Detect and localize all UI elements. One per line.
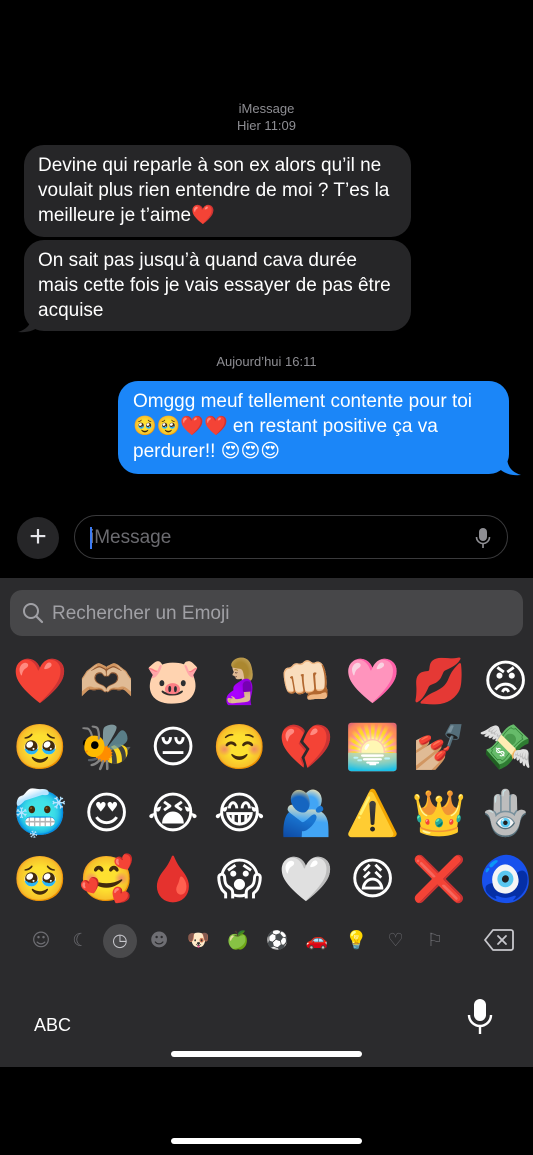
- incoming-message-bubble[interactable]: Devine qui reparle à son ex alors qu’il …: [24, 145, 411, 237]
- emoji-key[interactable]: 💔: [276, 720, 336, 776]
- emoji-key[interactable]: 🤰🏼: [210, 654, 270, 710]
- category-objects-icon[interactable]: 💡: [339, 924, 373, 958]
- abc-keyboard-switch[interactable]: ABC: [34, 1015, 71, 1036]
- emoji-key[interactable]: 👑: [409, 786, 469, 842]
- emoji-key[interactable]: ☺️: [210, 720, 270, 776]
- emoji-key[interactable]: 🫂: [276, 786, 336, 842]
- category-memoji-icon[interactable]: ☺: [24, 924, 58, 958]
- timestamp-yesterday: Hier 11:09: [236, 118, 296, 133]
- emoji-keyboard: Rechercher un Emoji ❤️ 🫶🏼 🐷 🤰🏼 👊🏻 🩷 💋 😡 🥹 🐝 😔 ☺️ 💔 🌅 💅…: [0, 578, 533, 1067]
- category-symbols-icon[interactable]: ♡: [379, 924, 413, 958]
- emoji-key[interactable]: 👊🏻: [276, 654, 336, 710]
- emoji-key[interactable]: 😡: [476, 654, 533, 710]
- incoming-message-bubble[interactable]: On sait pas jusqu’à quand cava durée mai…: [24, 240, 411, 331]
- emoji-key[interactable]: ⚠️: [343, 786, 403, 842]
- message-input[interactable]: iMessage: [74, 515, 508, 559]
- emoji-key[interactable]: 😔: [143, 720, 203, 776]
- outgoing-message-bubble[interactable]: Omggg meuf tellement contente pour toi 🥹…: [118, 381, 509, 474]
- service-label: iMessage: [238, 101, 295, 116]
- emoji-key[interactable]: 😍: [77, 786, 137, 842]
- emoji-key[interactable]: 🐷: [143, 654, 203, 710]
- emoji-key[interactable]: 🥹: [10, 720, 70, 776]
- emoji-key[interactable]: 😩: [343, 852, 403, 908]
- category-travel-icon[interactable]: 🚗: [300, 924, 334, 958]
- emoji-key[interactable]: ❌: [409, 852, 469, 908]
- timestamp-today: Aujourd’hui 16:11: [216, 354, 317, 369]
- emoji-key[interactable]: 🤍: [276, 852, 336, 908]
- emoji-key[interactable]: 😭: [143, 786, 203, 842]
- emoji-key[interactable]: 🥰: [77, 852, 137, 908]
- emoji-key[interactable]: 😂: [210, 786, 270, 842]
- bubble-tail-outgoing: [499, 456, 521, 476]
- category-flags-icon[interactable]: ⚐: [418, 924, 452, 958]
- emoji-search-placeholder: Rechercher un Emoji: [52, 603, 230, 624]
- home-indicator[interactable]: [171, 1138, 362, 1144]
- keyboard-home-indicator: [171, 1051, 362, 1057]
- emoji-key[interactable]: 💅🏼: [409, 720, 469, 776]
- keyboard-dictation-mic-icon[interactable]: [466, 998, 494, 1036]
- message-input-placeholder: iMessage: [90, 527, 172, 548]
- backspace-icon[interactable]: [484, 928, 514, 952]
- category-moon-icon[interactable]: ☾: [63, 924, 97, 958]
- bubble-tail-incoming: [18, 313, 40, 333]
- emoji-search-field[interactable]: Rechercher un Emoji: [10, 590, 523, 636]
- category-animals-icon[interactable]: 🐶: [182, 924, 216, 958]
- text-cursor: [90, 527, 92, 549]
- emoji-key[interactable]: 🌅: [343, 720, 403, 776]
- category-activity-icon[interactable]: ⚽: [260, 924, 294, 958]
- emoji-key[interactable]: 🥶: [10, 786, 70, 842]
- emoji-key[interactable]: 🫶🏼: [77, 654, 137, 710]
- emoji-key[interactable]: 🩷: [343, 654, 403, 710]
- emoji-category-bar: ☺ ☾ ◷ ☻ 🐶 🍏 ⚽ 🚗 💡 ♡ ⚐: [0, 922, 533, 962]
- emoji-key[interactable]: 🩸: [143, 852, 203, 908]
- messages-screen: iMessage Hier 11:09 Devine qui reparle à…: [0, 0, 533, 1155]
- category-recents-icon[interactable]: ◷: [102, 924, 137, 958]
- category-smileys-icon[interactable]: ☻: [142, 924, 176, 958]
- emoji-key[interactable]: 🧿: [476, 852, 533, 908]
- emoji-key[interactable]: 🐝: [77, 720, 137, 776]
- emoji-key[interactable]: ❤️: [10, 654, 70, 710]
- search-icon: [23, 603, 44, 624]
- apps-plus-button[interactable]: +: [17, 517, 59, 559]
- emoji-key[interactable]: 🥹: [10, 852, 70, 908]
- emoji-key[interactable]: 💸: [476, 720, 533, 776]
- emoji-key[interactable]: 💋: [409, 654, 469, 710]
- emoji-key[interactable]: 🪬: [476, 786, 533, 842]
- emoji-key[interactable]: 😱: [210, 852, 270, 908]
- category-food-icon[interactable]: 🍏: [221, 924, 255, 958]
- dictation-mic-icon[interactable]: [475, 527, 491, 549]
